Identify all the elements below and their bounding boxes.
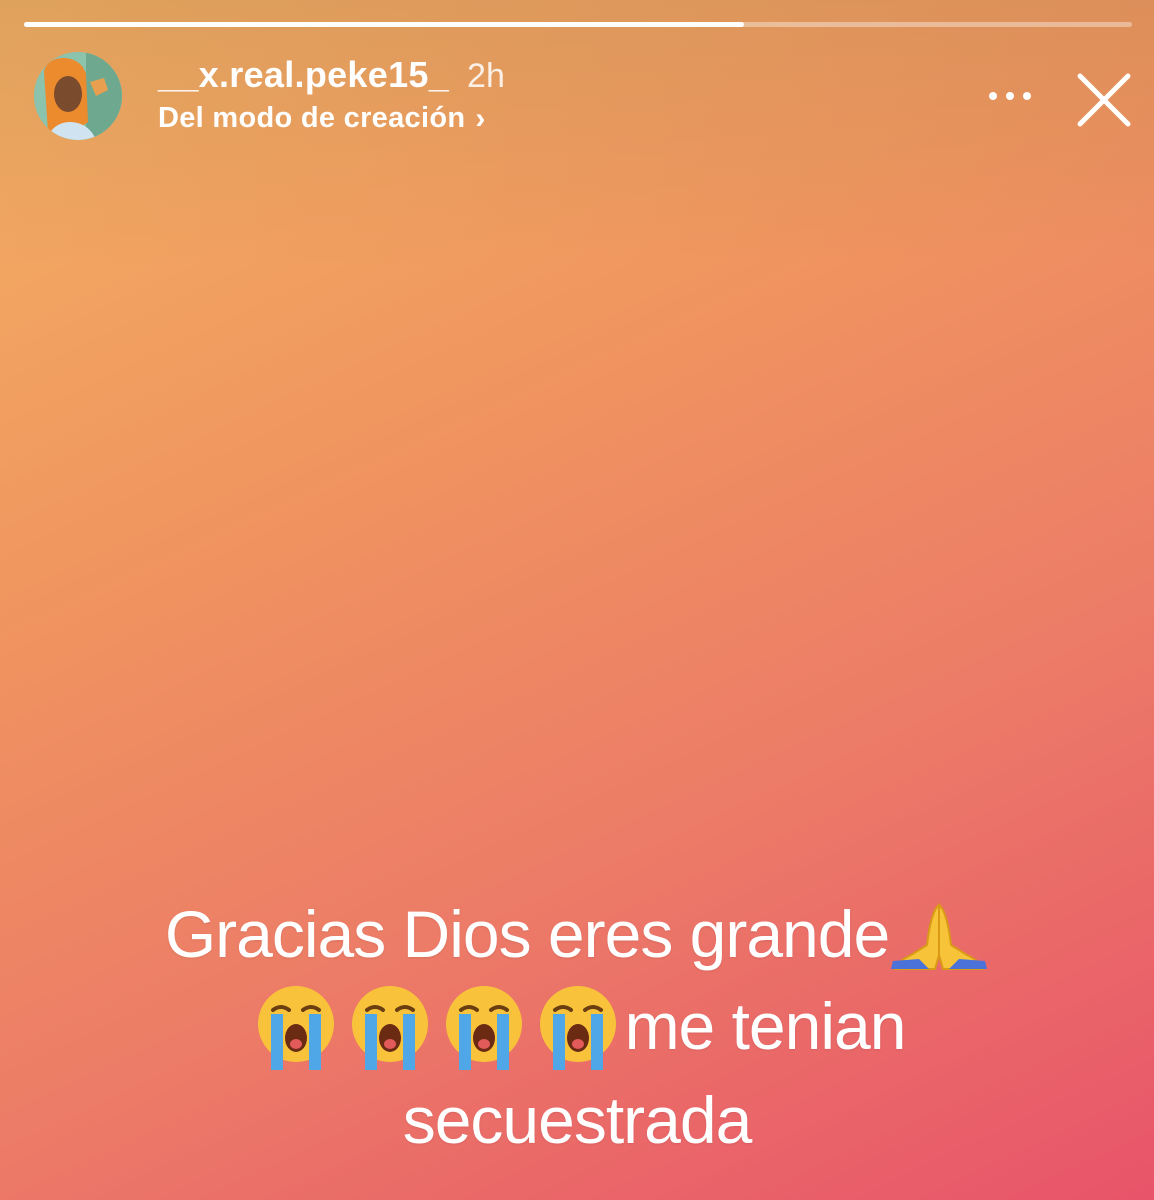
- create-mode-label: Del modo de creación: [158, 102, 466, 134]
- avatar[interactable]: [34, 52, 122, 140]
- loudly-crying-face-emoji: [437, 980, 531, 1074]
- story-header: __x.real.peke15_ 2h Del modo de creación…: [34, 52, 1134, 144]
- story-caption: Gracias Dios eres grande me tenian secue…: [150, 888, 1004, 1166]
- caption-text-3: secuestrada: [402, 1082, 753, 1157]
- more-options-button[interactable]: [960, 74, 1060, 118]
- caption-line-3: secuestrada: [150, 1074, 1004, 1166]
- folded-hands-emoji: [889, 899, 989, 971]
- story-timestamp: 2h: [467, 57, 505, 95]
- more-horizontal-icon: [989, 92, 1031, 100]
- create-mode-link[interactable]: Del modo de creación ›: [158, 102, 485, 135]
- story-progress-bar: [24, 22, 1132, 27]
- chevron-right-icon: ›: [475, 101, 486, 135]
- username[interactable]: __x.real.peke15_: [158, 54, 449, 96]
- caption-text-2: me tenian: [624, 989, 907, 1063]
- story-view[interactable]: __x.real.peke15_ 2h Del modo de creación…: [0, 0, 1154, 1200]
- close-icon: [1077, 73, 1131, 127]
- loudly-crying-face-emoji: [531, 980, 625, 1074]
- caption-text-1: Gracias Dios eres grande: [164, 897, 890, 971]
- caption-line-2: me tenian: [150, 980, 1004, 1074]
- loudly-crying-face-emoji: [343, 980, 437, 1074]
- close-button[interactable]: [1064, 60, 1144, 140]
- loudly-crying-face-emoji: [249, 980, 343, 1074]
- story-progress-fill: [24, 22, 745, 27]
- caption-line-1: Gracias Dios eres grande: [150, 888, 1004, 980]
